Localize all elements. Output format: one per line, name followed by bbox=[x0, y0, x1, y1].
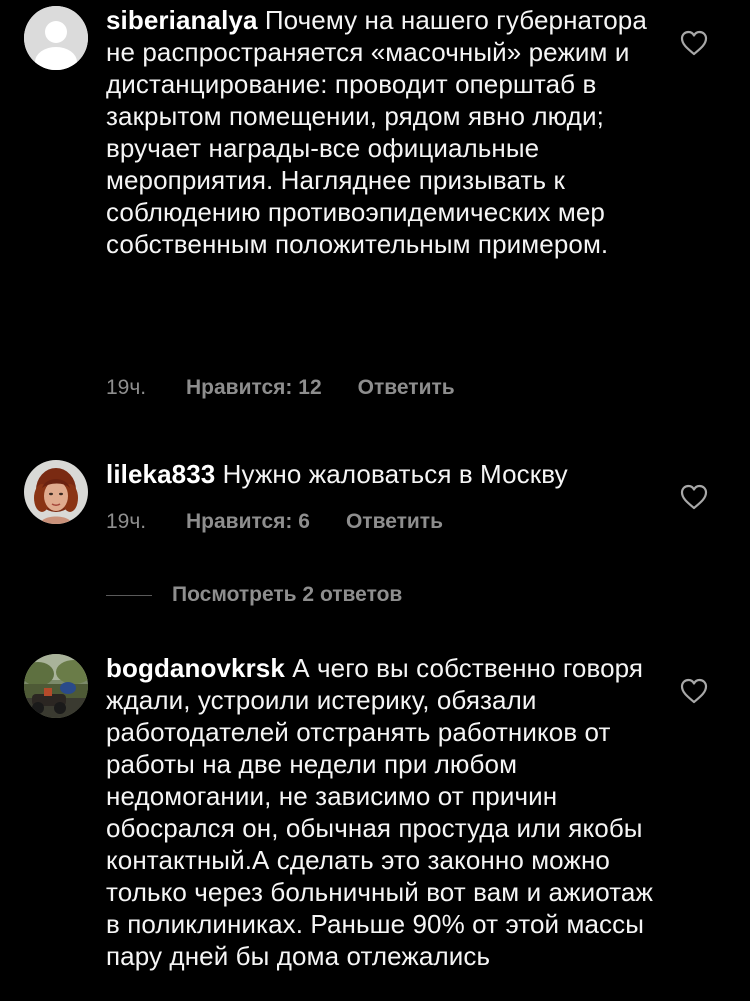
reply-button[interactable]: Ответить bbox=[358, 375, 455, 401]
divider-line bbox=[106, 594, 152, 596]
comment-text: Нужно жаловаться в Москву bbox=[222, 459, 568, 489]
default-avatar-icon[interactable] bbox=[24, 6, 88, 70]
heart-outline-icon[interactable] bbox=[680, 30, 708, 56]
comment-body: bogdanovkrsk А чего вы собственно говоря… bbox=[106, 652, 658, 972]
view-replies-label: Посмотреть 2 ответов bbox=[172, 583, 403, 606]
landscape-photo-avatar-icon[interactable] bbox=[24, 654, 88, 718]
comment-meta: 19ч. Нравится: 6 Ответить bbox=[106, 509, 443, 535]
heart-outline-icon[interactable] bbox=[680, 484, 708, 510]
comment-username[interactable]: bogdanovkrsk bbox=[106, 653, 285, 683]
comment-likes-count[interactable]: Нравится: 12 bbox=[186, 375, 322, 401]
reply-button[interactable]: Ответить bbox=[346, 509, 443, 535]
comment-meta: 19ч. Нравится: 12 Ответить bbox=[106, 375, 455, 401]
comment-text: Почему на нашего губернатора не распрост… bbox=[106, 5, 647, 259]
comment-text: А чего вы собственно говоря ждали, устро… bbox=[106, 653, 653, 971]
comment-username[interactable]: lileka833 bbox=[106, 459, 215, 489]
comment-timestamp: 19ч. bbox=[106, 376, 147, 399]
comment-username[interactable]: siberianalya bbox=[106, 5, 258, 35]
view-replies-button[interactable]: Посмотреть 2 ответов bbox=[106, 580, 402, 610]
heart-outline-icon[interactable] bbox=[680, 678, 708, 704]
comment-timestamp: 19ч. bbox=[106, 510, 147, 533]
comment-body: siberianalya Почему на нашего губернатор… bbox=[106, 4, 658, 260]
comment-body: lileka833 Нужно жаловаться в Москву bbox=[106, 458, 658, 490]
comment-likes-count[interactable]: Нравится: 6 bbox=[186, 509, 310, 535]
user-photo-avatar-icon[interactable] bbox=[24, 460, 88, 524]
